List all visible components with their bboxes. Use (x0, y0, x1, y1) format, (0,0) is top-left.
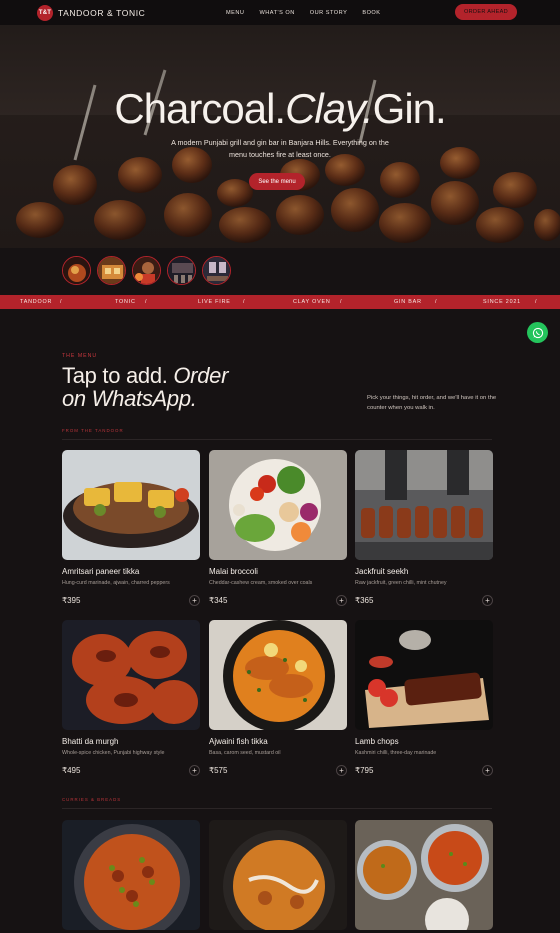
dish-name: Bhatti da murgh (62, 737, 119, 746)
dish-name: Malai broccoli (209, 567, 258, 576)
ticker-item: TANDOOR (20, 299, 53, 305)
thumbnail-chef[interactable] (132, 256, 161, 285)
ticker-item: GIN BAR (394, 299, 422, 305)
hero-title: Charcoal.Clay.Gin. (114, 85, 446, 132)
add-to-order-button[interactable]: + (189, 595, 200, 606)
order-ahead-button[interactable]: ORDER AHEAD (455, 4, 517, 20)
dish-description: Basa, carom seed, mustard oil (209, 750, 281, 756)
menu-card[interactable]: Ajwaini fish tikka Basa, carom seed, mus… (209, 620, 347, 776)
ticker-separator: / (60, 299, 63, 305)
menu-card[interactable]: Malai broccoli Cheddar-cashew cream, smo… (209, 450, 347, 606)
nav-links: MENU WHAT'S ON OUR STORY BOOK (226, 0, 381, 25)
dish-price: ₹395 (62, 596, 81, 605)
ticker-band: TANDOOR / TONIC / LIVE FIRE / CLAY OVEN … (0, 295, 560, 309)
menu-card[interactable] (62, 820, 200, 930)
add-to-order-button[interactable]: + (336, 595, 347, 606)
menu-card[interactable] (355, 820, 493, 930)
dish-description: Whole-spice chicken, Punjabi highway sty… (62, 750, 165, 756)
add-to-order-button[interactable]: + (336, 765, 347, 776)
logo-badge[interactable]: T&T (37, 4, 53, 21)
dish-price: ₹575 (209, 766, 228, 775)
dish-image-bhatti-murgh (62, 620, 200, 730)
dish-description: Cheddar-cashew cream, smoked over coals (209, 580, 313, 586)
dish-name: Jackfruit seekh (355, 567, 409, 576)
menu-card[interactable]: Lamb chops Kashmiri chilli, three-day ma… (355, 620, 493, 776)
ticker-separator: / (243, 299, 246, 305)
dish-price: ₹345 (209, 596, 228, 605)
hero-subtitle: A modern Punjabi grill and gin bar in Ba… (171, 138, 389, 159)
section-label-tandoor: FROM THE TANDOOR (62, 428, 124, 433)
dish-name: Ajwaini fish tikka (209, 737, 268, 746)
whatsapp-icon (532, 327, 543, 338)
dish-image-curry-1 (62, 820, 200, 930)
dish-image-curry-3 (355, 820, 493, 930)
brand-name[interactable]: TANDOOR & TONIC (58, 8, 145, 18)
menu-card[interactable]: Amritsari paneer tikka Hung-curd marinad… (62, 450, 200, 606)
top-nav: T&T TANDOOR & TONIC MENU WHAT'S ON OUR S… (0, 0, 560, 25)
section-divider (62, 439, 492, 440)
section-label-curries: CURRIES & BREADS (62, 797, 122, 802)
dish-price: ₹365 (355, 596, 374, 605)
dish-image-paneer-tikka (62, 450, 200, 560)
ticker-separator: / (145, 299, 148, 305)
section-divider (62, 808, 492, 809)
menu-card[interactable] (209, 820, 347, 930)
dish-description: Kashmiri chilli, three-day marinade (355, 750, 437, 756)
nav-link-our-story[interactable]: OUR STORY (310, 10, 348, 16)
menu-card[interactable]: Jackfruit seekh Raw jackfruit, green chi… (355, 450, 493, 606)
dish-image-jackfruit-seekh (355, 450, 493, 560)
ticker-item: TONIC (115, 299, 136, 305)
thumbnail-food[interactable] (62, 256, 91, 285)
dish-image-lamb-chops (355, 620, 493, 730)
whatsapp-button[interactable] (527, 322, 548, 343)
menu-title: Tap to add. Order on WhatsApp. (62, 363, 229, 411)
dish-name: Amritsari paneer tikka (62, 567, 140, 576)
dish-price: ₹495 (62, 766, 81, 775)
ticker-item: CLAY OVEN (293, 299, 331, 305)
nav-link-book[interactable]: BOOK (362, 10, 380, 16)
ticker-separator: / (535, 299, 538, 305)
ticker-item: SINCE 2021 (483, 299, 521, 305)
menu-note: Pick your things, hit order, and we'll h… (367, 395, 497, 411)
thumbnail-interior[interactable] (97, 256, 126, 285)
add-to-order-button[interactable]: + (482, 595, 493, 606)
dish-image-malai-broccoli (209, 450, 347, 560)
thumbnail-dining[interactable] (202, 256, 231, 285)
dish-image-curry-2 (209, 820, 347, 930)
dish-image-fish-tikka (209, 620, 347, 730)
add-to-order-button[interactable]: + (482, 765, 493, 776)
menu-eyebrow: THE MENU (62, 353, 98, 359)
nav-link-whats-on[interactable]: WHAT'S ON (259, 10, 294, 16)
thumbnail-row (62, 256, 231, 285)
see-menu-button[interactable]: See the menu (249, 173, 305, 190)
dish-name: Lamb chops (355, 737, 399, 746)
hero-section: Charcoal.Clay.Gin. A modern Punjabi gril… (0, 25, 560, 248)
ticker-separator: / (435, 299, 438, 305)
ticker-item: LIVE FIRE (198, 299, 231, 305)
dish-description: Hung-curd marinade, ajwain, charred pepp… (62, 580, 170, 586)
thumbnail-bar[interactable] (167, 256, 196, 285)
dish-price: ₹795 (355, 766, 374, 775)
dish-description: Raw jackfruit, green chilli, mint chutne… (355, 580, 447, 586)
nav-link-menu[interactable]: MENU (226, 10, 244, 16)
ticker-separator: / (340, 299, 343, 305)
add-to-order-button[interactable]: + (189, 765, 200, 776)
menu-card[interactable]: Bhatti da murgh Whole-spice chicken, Pun… (62, 620, 200, 776)
